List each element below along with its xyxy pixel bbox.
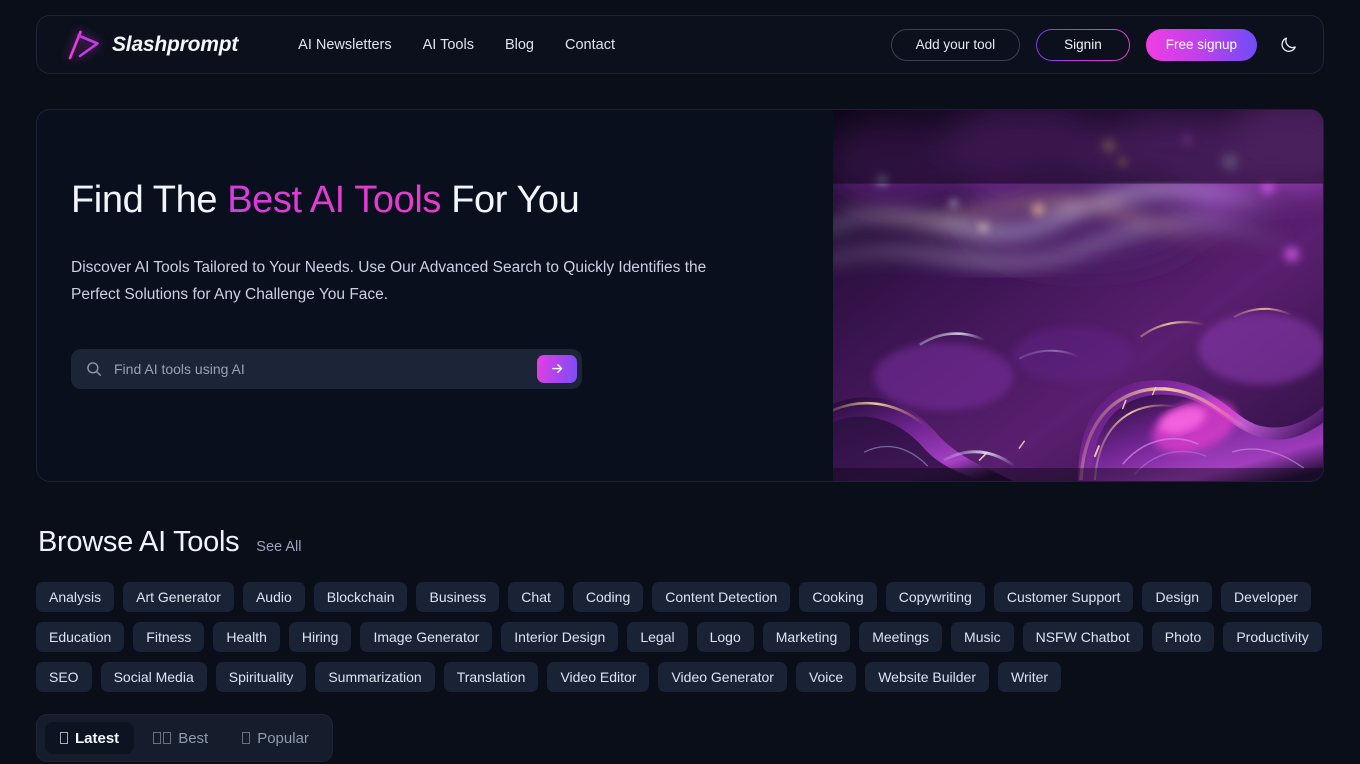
category-tag[interactable]: Blockchain: [313, 582, 408, 612]
arrow-right-icon: [551, 364, 562, 374]
signin-button[interactable]: Signin: [1036, 29, 1130, 61]
tab-emoji-icon: [153, 731, 172, 745]
category-tag[interactable]: Social Media: [100, 662, 207, 692]
free-signup-button[interactable]: Free signup: [1145, 28, 1257, 61]
nav-link-ai-tools[interactable]: AI Tools: [423, 37, 474, 53]
category-tag[interactable]: Art Generator: [123, 582, 234, 612]
slash-play-logo-icon: [68, 30, 99, 59]
add-your-tool-button[interactable]: Add your tool: [890, 28, 1021, 61]
nav-link-blog[interactable]: Blog: [505, 37, 534, 53]
theme-toggle-button[interactable]: [1275, 32, 1301, 58]
moon-icon: [1280, 37, 1296, 52]
tab-emoji-icon: [60, 731, 68, 745]
category-tag[interactable]: Photo: [1151, 622, 1215, 652]
nav-link-ai-newsletters[interactable]: AI Newsletters: [298, 37, 391, 53]
hero-title: Find The Best AI Tools For You: [71, 179, 833, 222]
category-tag[interactable]: Marketing: [762, 622, 851, 652]
abstract-liquid-glass-image: [833, 110, 1323, 481]
nav-link-contact[interactable]: Contact: [565, 37, 615, 53]
category-tag[interactable]: Education: [36, 622, 125, 652]
category-tag[interactable]: Analysis: [36, 582, 115, 612]
top-navbar: Slashprompt AI Newsletters AI Tools Blog…: [36, 15, 1324, 74]
category-tag[interactable]: Voice: [795, 662, 857, 692]
brand-logo-link[interactable]: Slashprompt: [67, 30, 238, 60]
category-tag[interactable]: Fitness: [133, 622, 205, 652]
missing-glyph-box: [242, 731, 251, 744]
nav-actions: Add your tool Signin Free signup: [890, 28, 1301, 61]
tab-emoji-icon: [242, 731, 251, 745]
hero-title-accent: Best AI Tools: [227, 179, 442, 221]
category-tag[interactable]: Image Generator: [360, 622, 493, 652]
page-root: Slashprompt AI Newsletters AI Tools Blog…: [0, 15, 1360, 764]
category-tag[interactable]: Content Detection: [652, 582, 791, 612]
category-tag[interactable]: Meetings: [859, 622, 943, 652]
category-tag[interactable]: Legal: [627, 622, 688, 652]
see-all-link[interactable]: See All: [256, 539, 301, 555]
browse-header: Browse AI Tools See All: [36, 526, 1324, 559]
category-tag[interactable]: Productivity: [1223, 622, 1322, 652]
category-tag[interactable]: Copywriting: [885, 582, 985, 612]
sort-tab-label: Latest: [75, 729, 120, 747]
search-icon: [87, 362, 102, 376]
category-tag[interactable]: Video Editor: [547, 662, 650, 692]
category-tag[interactable]: Interior Design: [501, 622, 619, 652]
category-tag[interactable]: Health: [213, 622, 280, 652]
category-tag[interactable]: Logo: [696, 622, 754, 652]
category-tag[interactable]: SEO: [36, 662, 92, 692]
sort-tab-bar: Latest Best Popular: [36, 714, 333, 762]
nav-links: AI Newsletters AI Tools Blog Contact: [298, 37, 615, 53]
category-tag[interactable]: Hiring: [288, 622, 352, 652]
category-tag[interactable]: Audio: [242, 582, 305, 612]
category-tag[interactable]: Business: [416, 582, 500, 612]
category-tag[interactable]: Website Builder: [865, 662, 989, 692]
hero-title-part2: For You: [441, 179, 580, 221]
hero-section: Find The Best AI Tools For You Discover …: [36, 109, 1324, 482]
category-tag[interactable]: Video Generator: [658, 662, 787, 692]
category-tag[interactable]: Cooking: [799, 582, 877, 612]
hero-content: Find The Best AI Tools For You Discover …: [37, 110, 833, 481]
sort-tab-label: Popular: [257, 729, 309, 747]
category-tag[interactable]: NSFW Chatbot: [1022, 622, 1143, 652]
category-tag[interactable]: Summarization: [315, 662, 435, 692]
category-tag[interactable]: Coding: [572, 582, 644, 612]
sort-tab-popular[interactable]: Popular: [227, 722, 324, 754]
category-tag[interactable]: Writer: [998, 662, 1062, 692]
missing-glyph-box: [60, 731, 68, 744]
browse-title: Browse AI Tools: [38, 526, 240, 558]
category-tag[interactable]: Translation: [443, 662, 539, 692]
category-tag[interactable]: Developer: [1221, 582, 1311, 612]
category-tag-list: Analysis Art Generator Audio Blockchain Busi…: [36, 582, 1324, 692]
brand-name: Slashprompt: [112, 32, 239, 56]
sort-tab-best[interactable]: Best: [138, 722, 223, 754]
hero-subtitle: Discover AI Tools Tailored to Your Needs…: [71, 258, 707, 304]
category-tag[interactable]: Spirituality: [215, 662, 307, 692]
sort-tab-latest[interactable]: Latest: [45, 722, 135, 754]
category-tag[interactable]: Design: [1142, 582, 1213, 612]
sort-tab-label: Best: [178, 729, 209, 747]
category-tag[interactable]: Customer Support: [993, 582, 1134, 612]
category-tag[interactable]: Music: [951, 622, 1014, 652]
hero-search-bar[interactable]: [71, 348, 582, 389]
hero-artwork: [833, 110, 1323, 481]
category-tag[interactable]: Chat: [508, 582, 564, 612]
missing-glyph-box: [153, 731, 162, 744]
search-submit-button[interactable]: [537, 354, 577, 383]
search-input[interactable]: [103, 360, 537, 377]
missing-glyph-box: [163, 731, 172, 744]
hero-title-part1: Find The: [71, 179, 228, 221]
